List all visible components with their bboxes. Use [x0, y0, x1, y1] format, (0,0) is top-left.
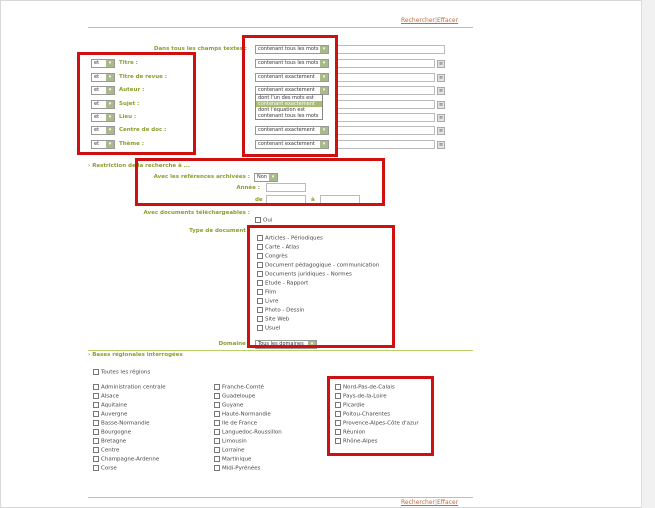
- top-divider: [88, 27, 473, 28]
- domain-label: Domaine :: [218, 341, 250, 347]
- top-actions: Rechercher|Effacer: [401, 17, 459, 24]
- checkbox[interactable]: [214, 420, 220, 426]
- highlight-box-boolean-labels: [77, 52, 196, 155]
- criteria-input[interactable]: [337, 126, 435, 135]
- list-picker-icon[interactable]: ≡: [437, 114, 445, 122]
- checkbox[interactable]: [93, 438, 99, 444]
- scrollbar-track[interactable]: [641, 0, 655, 508]
- checkbox[interactable]: [93, 384, 99, 390]
- checkbox[interactable]: [93, 411, 99, 417]
- list-picker-icon[interactable]: ≡: [437, 101, 445, 109]
- criteria-input[interactable]: [337, 59, 435, 68]
- checkbox[interactable]: [93, 447, 99, 453]
- region-checkbox-row[interactable]: Haute-Normandie: [214, 411, 271, 418]
- list-picker-icon[interactable]: ≡: [437, 141, 445, 149]
- regions-section-title: › Bases régionales interrogées: [88, 352, 183, 358]
- section-divider: [88, 350, 473, 351]
- checkbox[interactable]: [255, 217, 261, 223]
- bottom-actions: Rechercher|Effacer: [401, 499, 459, 506]
- checkbox[interactable]: [214, 384, 220, 390]
- checkbox[interactable]: [93, 456, 99, 462]
- search-link[interactable]: Rechercher: [401, 499, 435, 506]
- checkbox[interactable]: [214, 402, 220, 408]
- clear-link[interactable]: Effacer: [437, 17, 458, 24]
- criteria-input[interactable]: [337, 86, 435, 95]
- region-checkbox-row[interactable]: Basse-Normandie: [93, 420, 150, 427]
- criteria-input[interactable]: [337, 140, 435, 149]
- region-checkbox-row[interactable]: Alsace: [93, 393, 119, 400]
- checkbox[interactable]: [214, 447, 220, 453]
- list-picker-icon[interactable]: ≡: [437, 60, 445, 68]
- bottom-divider: [88, 497, 473, 498]
- region-checkbox-row[interactable]: Guyane: [214, 402, 243, 409]
- region-checkbox-row[interactable]: Guadeloupe: [214, 393, 255, 400]
- list-picker-icon[interactable]: ≡: [437, 127, 445, 135]
- region-checkbox-row[interactable]: Ile de France: [214, 420, 257, 427]
- region-checkbox-row[interactable]: Midi-Pyrénées: [214, 465, 261, 472]
- region-checkbox-row[interactable]: Martinique: [214, 456, 251, 463]
- criteria-input[interactable]: [337, 113, 435, 122]
- region-checkbox-row[interactable]: Languedoc-Roussillon: [214, 429, 282, 436]
- checkbox[interactable]: [93, 465, 99, 471]
- checkbox[interactable]: [93, 429, 99, 435]
- search-link[interactable]: Rechercher: [401, 17, 435, 24]
- region-checkbox-row[interactable]: Centre: [93, 447, 119, 454]
- region-checkbox-row[interactable]: Aquitaine: [93, 402, 127, 409]
- region-checkbox-row[interactable]: Administration centrale: [93, 384, 166, 391]
- checkbox[interactable]: [214, 411, 220, 417]
- region-checkbox-row[interactable]: Limousin: [214, 438, 247, 445]
- checkbox[interactable]: [214, 429, 220, 435]
- region-checkbox-row[interactable]: Bourgogne: [93, 429, 131, 436]
- all-fields-input[interactable]: [337, 45, 445, 54]
- highlight-box-regions: [327, 376, 434, 456]
- region-checkbox-row[interactable]: Auvergne: [93, 411, 127, 418]
- checkbox[interactable]: [93, 369, 99, 375]
- highlight-box-operators: [242, 35, 338, 157]
- region-checkbox-row[interactable]: Bretagne: [93, 438, 126, 445]
- highlight-box-restriction: [135, 158, 385, 206]
- criteria-input[interactable]: [337, 100, 435, 109]
- clear-link[interactable]: Effacer: [437, 499, 458, 506]
- checkbox[interactable]: [214, 465, 220, 471]
- checkbox[interactable]: [214, 456, 220, 462]
- checkbox[interactable]: [214, 438, 220, 444]
- checkbox[interactable]: [214, 393, 220, 399]
- region-checkbox-row[interactable]: Franche-Comté: [214, 384, 264, 391]
- list-picker-icon[interactable]: ≡: [437, 87, 445, 95]
- criteria-input[interactable]: [337, 73, 435, 82]
- checkbox[interactable]: [93, 402, 99, 408]
- downloadable-checkbox-row[interactable]: Oui: [255, 217, 272, 224]
- list-picker-icon[interactable]: ≡: [437, 74, 445, 82]
- doctype-label: Type de document :: [189, 228, 250, 234]
- checkbox[interactable]: [93, 393, 99, 399]
- checkbox[interactable]: [93, 420, 99, 426]
- downloadable-label: Avec documents téléchargeables :: [143, 210, 250, 216]
- region-checkbox-row[interactable]: Lorraine: [214, 447, 245, 454]
- region-checkbox-row[interactable]: Corse: [93, 465, 117, 472]
- highlight-box-doctypes: [247, 225, 395, 348]
- region-checkbox-row[interactable]: Champagne-Ardenne: [93, 456, 159, 463]
- all-regions-checkbox-row[interactable]: Toutes les régions: [93, 369, 150, 376]
